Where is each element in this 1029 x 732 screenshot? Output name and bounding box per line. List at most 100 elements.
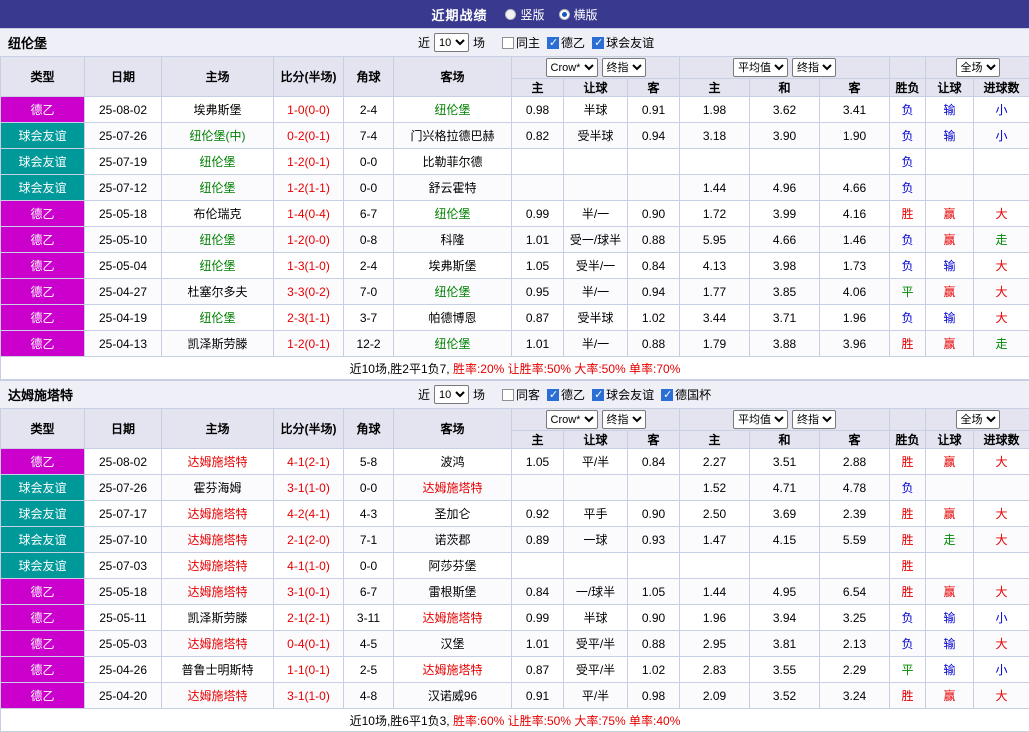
corners: 7-1 (344, 527, 394, 553)
eu-home-odds: 2.95 (680, 631, 750, 657)
goals-result (974, 149, 1029, 175)
match-result: 胜 (890, 683, 926, 709)
eu-home-odds: 3.44 (680, 305, 750, 331)
bookmaker-select[interactable]: Crow* (546, 58, 598, 77)
match-result: 负 (890, 97, 926, 123)
handicap-result: 输 (926, 253, 974, 279)
eu-away-odds: 5.59 (820, 527, 890, 553)
match-row: 德乙25-05-18布伦瑞克1-4(0-4)6-7纽伦堡0.99半/一0.901… (1, 201, 1029, 227)
checkbox-icon[interactable] (661, 389, 673, 401)
match-type: 球会友谊 (1, 527, 85, 553)
checkbox-icon[interactable] (592, 389, 604, 401)
eu-draw-odds: 3.94 (750, 605, 820, 631)
checkbox-icon[interactable] (592, 37, 604, 49)
radio-horizontal-icon[interactable] (559, 9, 570, 20)
score: 4-1(2-1) (274, 449, 344, 475)
col-header: 比分(半场) (274, 409, 344, 449)
match-result: 胜 (890, 331, 926, 357)
match-type: 德乙 (1, 201, 85, 227)
layout-option-horizontal[interactable]: 横版 (559, 6, 598, 23)
home-team: 布伦瑞克 (162, 201, 274, 227)
col-header: 比分(半场) (274, 57, 344, 97)
ah-home-odds: 0.99 (512, 201, 564, 227)
away-team: 达姆施塔特 (394, 475, 512, 501)
full-match-select[interactable]: 全场 (956, 58, 1000, 77)
filter-checkbox-2[interactable]: 球会友谊 (592, 386, 654, 403)
checkbox-icon[interactable] (547, 37, 559, 49)
goals-result: 大 (974, 501, 1029, 527)
match-result: 负 (890, 631, 926, 657)
euro-odds-time-select[interactable]: 终指 (792, 58, 836, 77)
col-header: 主场 (162, 409, 274, 449)
score: 1-1(0-1) (274, 657, 344, 683)
score: 2-1(2-0) (274, 527, 344, 553)
match-row: 德乙25-04-19纽伦堡2-3(1-1)3-7帕德博恩0.87受半球1.023… (1, 305, 1029, 331)
match-date: 25-08-02 (85, 449, 162, 475)
recent-count-select[interactable]: 10 (434, 33, 469, 52)
match-result: 负 (890, 149, 926, 175)
euro-odds-select[interactable]: 平均值 (733, 58, 788, 77)
match-type: 球会友谊 (1, 553, 85, 579)
score: 1-2(0-1) (274, 331, 344, 357)
summary-stats: 胜率:60% 让胜率:50% 大率:75% 单率:40% (453, 714, 680, 728)
match-row: 德乙25-05-18达姆施塔特3-1(0-1)6-7雷根斯堡0.84一/球半1.… (1, 579, 1029, 605)
recent-count-select[interactable]: 10 (434, 385, 469, 404)
match-row: 德乙25-04-20达姆施塔特3-1(1-0)4-8汉诺威960.91平/半0.… (1, 683, 1029, 709)
handicap-result (926, 149, 974, 175)
ah-away-odds: 0.91 (628, 97, 680, 123)
bookmaker-select[interactable]: Crow* (546, 410, 598, 429)
team-name: 达姆施塔特 (8, 385, 73, 404)
checkbox-icon[interactable] (502, 37, 514, 49)
match-date: 25-07-26 (85, 123, 162, 149)
euro-odds-time-select[interactable]: 终指 (792, 410, 836, 429)
radio-vertical-icon[interactable] (505, 9, 516, 20)
corners: 12-2 (344, 331, 394, 357)
corners: 3-7 (344, 305, 394, 331)
filter-checkbox-0[interactable]: 同客 (502, 386, 540, 403)
match-type: 德乙 (1, 331, 85, 357)
ah-handicap: 受一/球半 (564, 227, 628, 253)
match-date: 25-05-11 (85, 605, 162, 631)
goals-result: 小 (974, 123, 1029, 149)
summary-record: 近10场,胜6平1负3, (350, 714, 453, 728)
away-team: 科隆 (394, 227, 512, 253)
filter-checkbox-0[interactable]: 同主 (502, 34, 540, 51)
full-match-select[interactable]: 全场 (956, 410, 1000, 429)
filter-checkbox-1[interactable]: 德乙 (547, 386, 585, 403)
ah-away-odds: 0.84 (628, 253, 680, 279)
match-result: 胜 (890, 501, 926, 527)
col-header: 客场 (394, 409, 512, 449)
match-date: 25-07-17 (85, 501, 162, 527)
match-result: 胜 (890, 449, 926, 475)
layout-option-vertical[interactable]: 竖版 (505, 6, 544, 23)
match-date: 25-07-19 (85, 149, 162, 175)
handicap-result: 赢 (926, 279, 974, 305)
col-header: 客 (820, 431, 890, 449)
filter-checkbox-3[interactable]: 德国杯 (661, 386, 711, 403)
away-team: 埃弗斯堡 (394, 253, 512, 279)
away-team: 比勒菲尔德 (394, 149, 512, 175)
filter-checkbox-1[interactable]: 德乙 (547, 34, 585, 51)
away-team: 纽伦堡 (394, 279, 512, 305)
checkbox-icon[interactable] (502, 389, 514, 401)
score: 2-1(2-1) (274, 605, 344, 631)
checkbox-icon[interactable] (547, 389, 559, 401)
score: 4-2(4-1) (274, 501, 344, 527)
goals-result: 大 (974, 683, 1029, 709)
col-header: 胜负 (890, 431, 926, 449)
euro-odds-select[interactable]: 平均值 (733, 410, 788, 429)
ah-handicap (564, 149, 628, 175)
match-type: 德乙 (1, 279, 85, 305)
away-team: 达姆施塔特 (394, 657, 512, 683)
eu-home-odds (680, 149, 750, 175)
filter-checkbox-2[interactable]: 球会友谊 (592, 34, 654, 51)
match-result: 负 (890, 227, 926, 253)
asian-odds-time-select[interactable]: 终指 (602, 410, 646, 429)
ah-home-odds: 0.87 (512, 305, 564, 331)
asian-odds-time-select[interactable]: 终指 (602, 58, 646, 77)
ah-away-odds: 0.90 (628, 605, 680, 631)
home-team: 普鲁士明斯特 (162, 657, 274, 683)
corners: 4-5 (344, 631, 394, 657)
goals-result (974, 475, 1029, 501)
match-row: 球会友谊25-07-10达姆施塔特2-1(2-0)7-1诺茨郡0.89一球0.9… (1, 527, 1029, 553)
